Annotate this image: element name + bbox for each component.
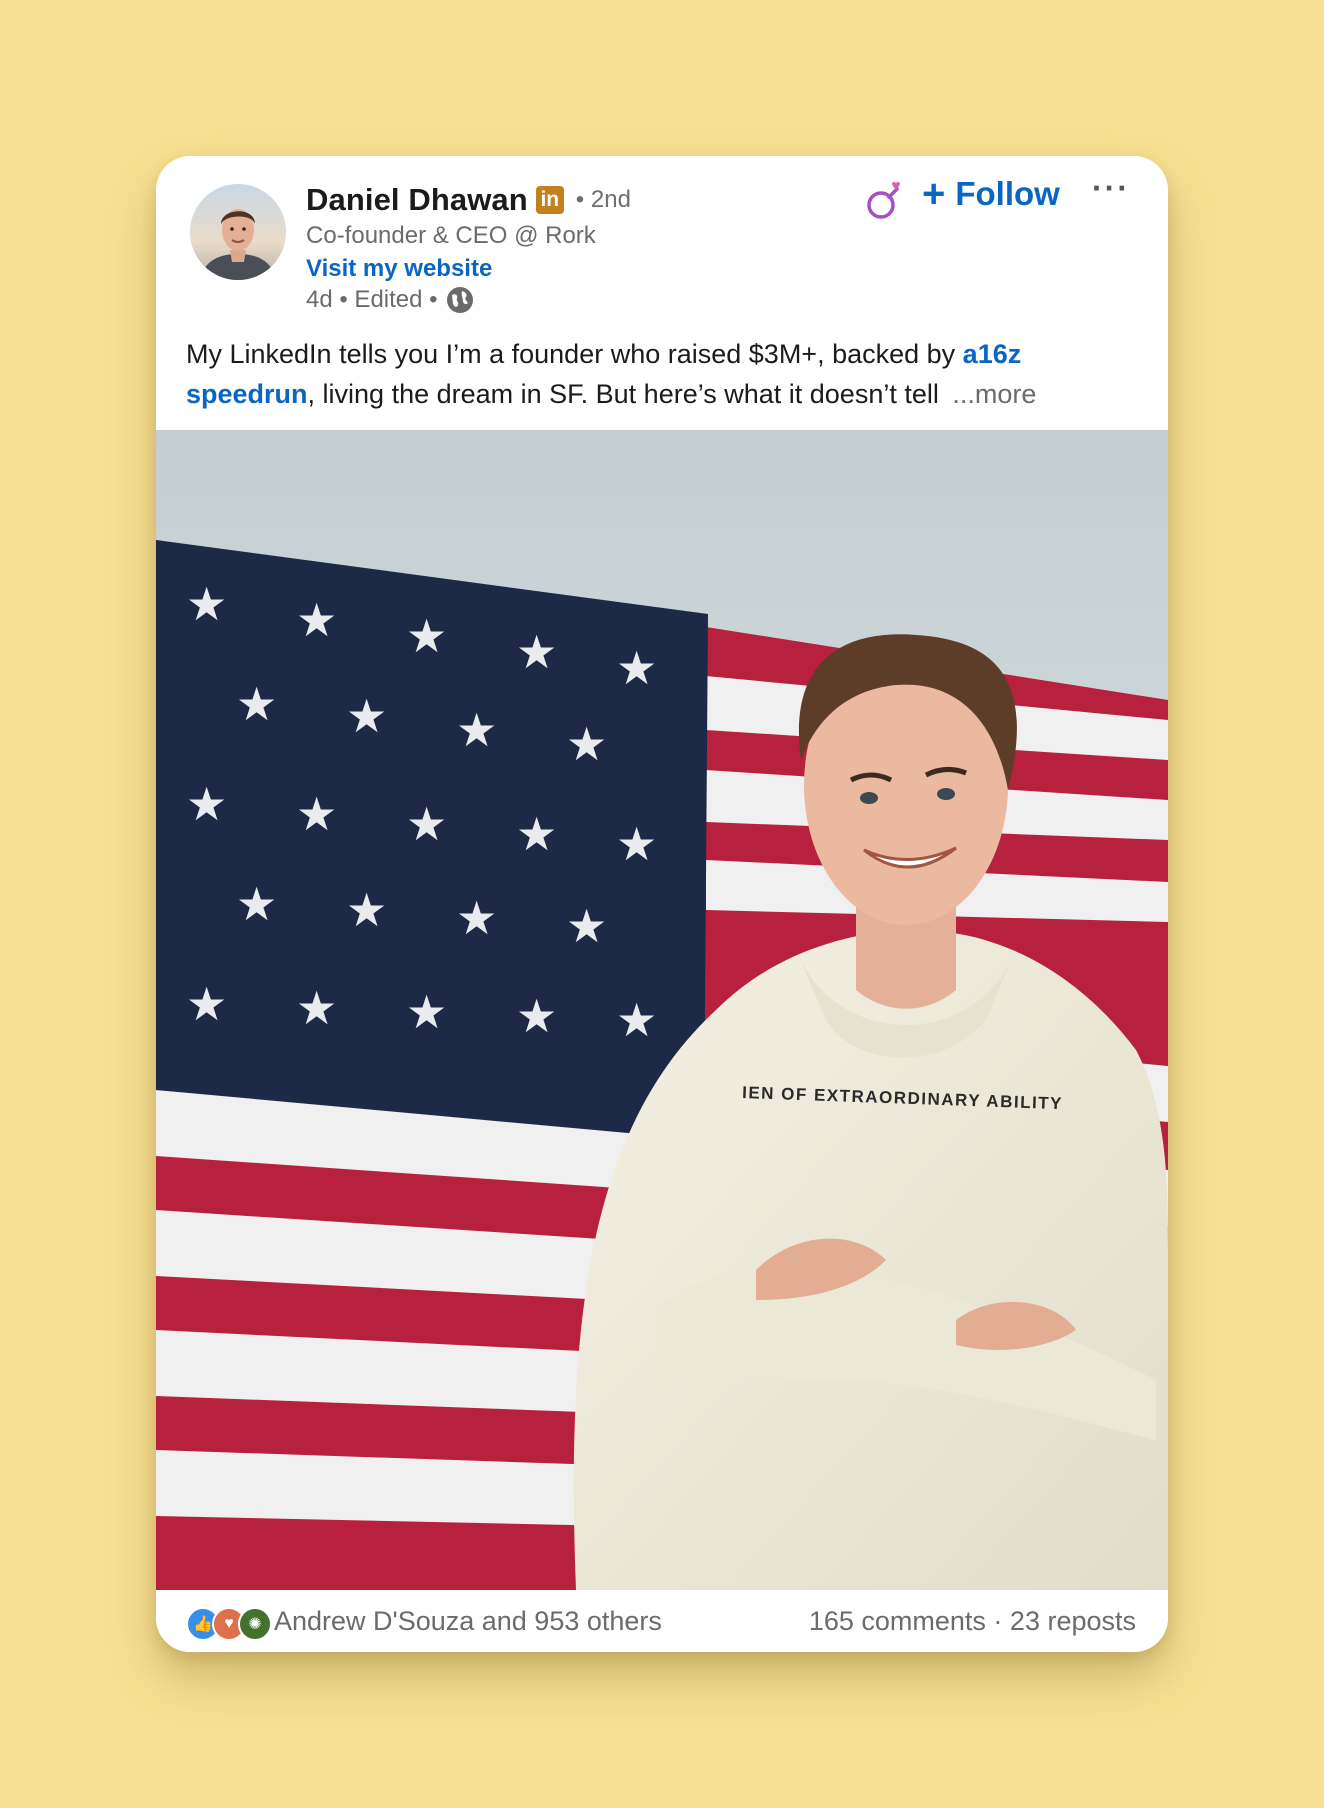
svg-text:★: ★ — [186, 978, 227, 1030]
svg-text:★: ★ — [616, 642, 657, 694]
follow-button[interactable]: + Follow — [922, 174, 1060, 214]
more-options-button[interactable]: ··· — [1092, 170, 1130, 207]
engagement-counts: 165 comments · 23 reposts — [809, 1606, 1136, 1637]
counts-separator: · — [985, 1606, 1010, 1636]
follow-label: Follow — [955, 175, 1060, 212]
svg-text:★: ★ — [516, 808, 557, 860]
gender-symbol-icon — [867, 181, 900, 219]
post-text: My LinkedIn tells you I’m a founder who … — [186, 334, 1146, 414]
post-text-part1: My LinkedIn tells you I’m a founder who … — [186, 339, 963, 369]
svg-text:★: ★ — [566, 900, 607, 952]
svg-text:★: ★ — [566, 718, 607, 770]
post-photo[interactable]: ★ ★ ★ ★ ★ ★ ★ ★ ★ ★ ★ ★ ★ ★ ★ ★ ★ ★ ★ ★ — [156, 430, 1168, 1590]
comments-count[interactable]: 165 comments — [809, 1606, 986, 1636]
svg-text:★: ★ — [346, 884, 387, 936]
reactors-text[interactable]: Andrew D'Souza and 953 others — [274, 1606, 662, 1637]
svg-text:★: ★ — [346, 690, 387, 742]
globe-icon — [446, 287, 473, 313]
svg-text:★: ★ — [456, 892, 497, 944]
reposts-count[interactable]: 23 reposts — [1010, 1606, 1136, 1636]
author-headline: Co-founder & CEO @ Rork — [306, 222, 596, 249]
svg-text:★: ★ — [516, 990, 557, 1042]
svg-text:★: ★ — [296, 982, 337, 1034]
svg-text:★: ★ — [406, 610, 447, 662]
author-name[interactable]: Daniel Dhawan — [306, 182, 528, 218]
see-more-button[interactable]: ...more — [952, 379, 1036, 409]
visit-website-link[interactable]: Visit my website — [306, 255, 492, 283]
svg-text:★: ★ — [296, 594, 337, 646]
author-row: Daniel Dhawan in • 2nd — [306, 182, 631, 218]
svg-text:★: ★ — [186, 778, 227, 830]
svg-text:★: ★ — [406, 798, 447, 850]
linkedin-premium-icon: in — [535, 186, 564, 214]
svg-text:★: ★ — [296, 788, 337, 840]
post-text-part2: , living the dream in SF. But here’s wha… — [307, 379, 947, 409]
social-counts-bar: 👍 ♥ ✺ Andrew D'Souza and 953 others 165 … — [156, 1590, 1168, 1652]
svg-text:★: ★ — [406, 986, 447, 1038]
post-meta: 4d • Edited • — [306, 286, 474, 314]
svg-text:★: ★ — [186, 578, 227, 630]
svg-text:★: ★ — [616, 818, 657, 870]
celebrate-icon: ✺ — [238, 1607, 272, 1641]
svg-text:★: ★ — [516, 626, 557, 678]
author-avatar[interactable] — [190, 184, 286, 280]
svg-text:★: ★ — [616, 994, 657, 1046]
svg-text:★: ★ — [236, 678, 277, 730]
post-card: Daniel Dhawan in • 2nd Co-founder & CEO … — [156, 156, 1168, 1652]
post-timestamp: 4d • Edited • — [306, 286, 438, 313]
svg-text:★: ★ — [456, 704, 497, 756]
plus-icon: + — [922, 172, 946, 216]
svg-text:★: ★ — [236, 878, 277, 930]
connection-degree: • 2nd — [575, 186, 631, 213]
reaction-icons[interactable]: 👍 ♥ ✺ — [186, 1607, 272, 1641]
